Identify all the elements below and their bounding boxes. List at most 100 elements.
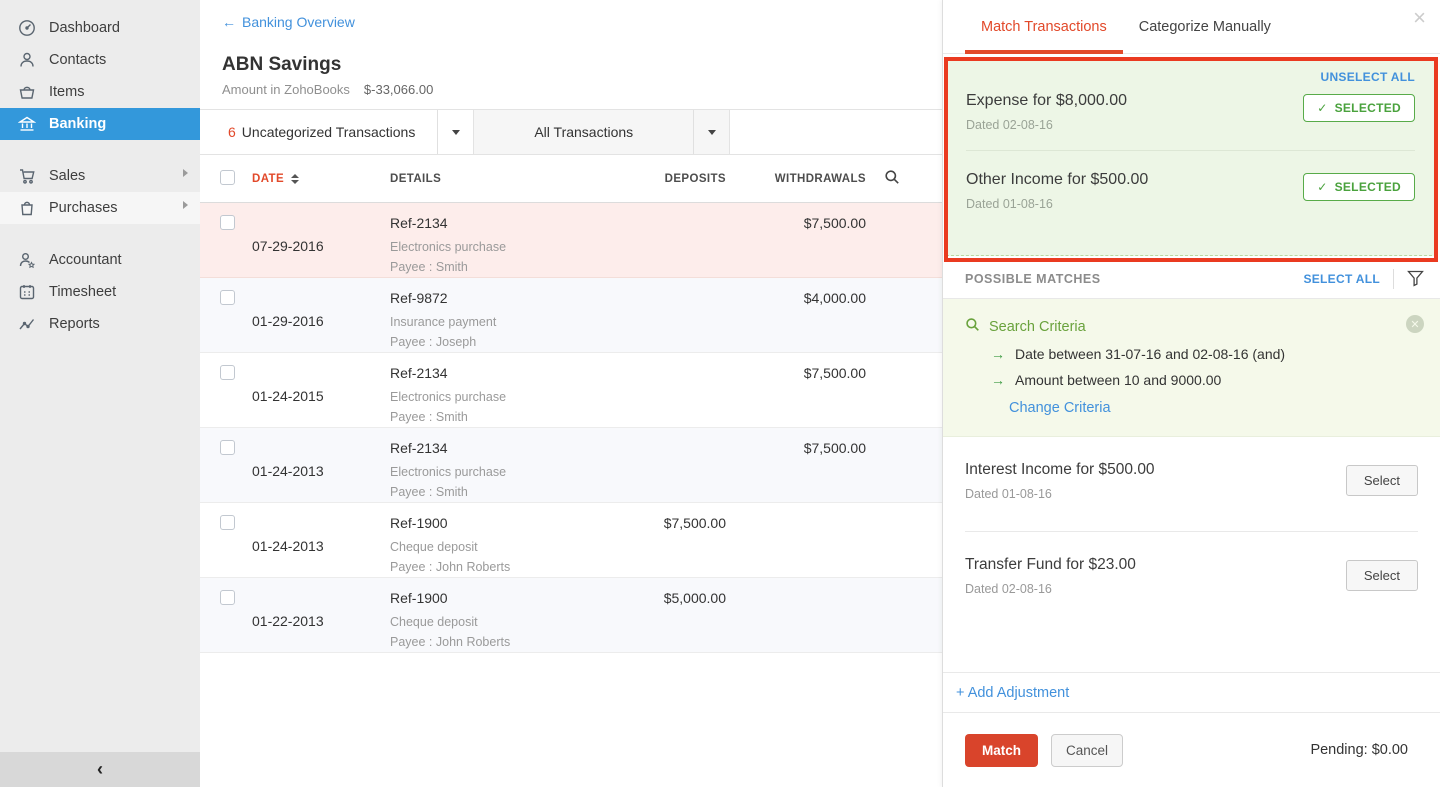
column-header-date[interactable]: DATE bbox=[252, 173, 390, 185]
sidebar-item-label: Timesheet bbox=[49, 284, 116, 300]
filter-icon[interactable] bbox=[1407, 270, 1424, 287]
transaction-payee: Payee : Smith bbox=[390, 260, 576, 274]
withdrawal-amount: $7,500.00 bbox=[726, 365, 866, 427]
match-button[interactable]: Match bbox=[965, 734, 1038, 767]
change-criteria-link[interactable]: Change Criteria bbox=[1009, 400, 1420, 416]
sidebar-item-banking[interactable]: Banking bbox=[0, 108, 200, 140]
search-criteria-section: Search Criteria ✕ → Date between 31-07-1… bbox=[943, 299, 1440, 437]
add-adjustment-link[interactable]: + Add Adjustment bbox=[956, 685, 1069, 701]
arrow-right-icon: → bbox=[991, 372, 1005, 388]
transaction-filter-bar: 6 Uncategorized Transactions All Transac… bbox=[200, 109, 942, 155]
uncategorized-dropdown-button[interactable] bbox=[437, 110, 473, 154]
table-row[interactable]: 01-22-2013 Ref-1900 Cheque deposit Payee… bbox=[200, 578, 942, 653]
check-icon: ✓ bbox=[1317, 180, 1327, 194]
back-arrow-icon: ← bbox=[222, 14, 236, 30]
amount-value: $-33,066.00 bbox=[364, 82, 433, 97]
transaction-ref: Ref-9872 bbox=[390, 290, 576, 306]
search-icon bbox=[965, 317, 980, 336]
search-icon[interactable] bbox=[884, 169, 900, 188]
sidebar-item-contacts[interactable]: Contacts bbox=[0, 44, 200, 76]
unselect-all-link[interactable]: UNSELECT ALL bbox=[966, 70, 1415, 84]
selected-button[interactable]: ✓ SELECTED bbox=[1303, 173, 1415, 201]
row-checkbox[interactable] bbox=[220, 440, 235, 455]
row-checkbox[interactable] bbox=[220, 290, 235, 305]
table-row[interactable]: 01-24-2013 Ref-1900 Cheque deposit Payee… bbox=[200, 503, 942, 578]
column-header-withdrawals: WITHDRAWALS bbox=[726, 173, 866, 185]
deposit-amount: $5,000.00 bbox=[576, 590, 726, 652]
sidebar-collapse-button[interactable]: ‹ bbox=[0, 752, 200, 787]
sidebar-item-items[interactable]: Items bbox=[0, 76, 200, 108]
account-amount: Amount in ZohoBooks$-33,066.00 bbox=[222, 82, 942, 97]
row-checkbox[interactable] bbox=[220, 590, 235, 605]
possible-matches-title: POSSIBLE MATCHES bbox=[965, 272, 1303, 286]
transaction-desc: Electronics purchase bbox=[390, 465, 576, 479]
tab-all-transactions[interactable]: All Transactions bbox=[474, 110, 730, 154]
possible-match-item: Interest Income for $500.00 Dated 01-08-… bbox=[965, 437, 1418, 531]
sidebar-item-label: Items bbox=[49, 84, 84, 100]
sidebar-item-reports[interactable]: Reports bbox=[0, 308, 200, 340]
back-to-banking-overview-link[interactable]: ← Banking Overview bbox=[222, 14, 355, 30]
sidebar-item-accountant[interactable]: Accountant bbox=[0, 244, 200, 276]
sidebar-item-label: Accountant bbox=[49, 252, 122, 268]
row-checkbox[interactable] bbox=[220, 365, 235, 380]
transaction-ref: Ref-2134 bbox=[390, 440, 576, 456]
transaction-payee: Payee : John Roberts bbox=[390, 635, 576, 649]
selected-matches-section: UNSELECT ALL Expense for $8,000.00 Dated… bbox=[946, 57, 1437, 256]
selected-match-item: Expense for $8,000.00 Dated 02-08-16 ✓ S… bbox=[966, 84, 1415, 150]
pending-amount: Pending: $0.00 bbox=[1310, 742, 1408, 758]
select-button[interactable]: Select bbox=[1346, 560, 1418, 591]
divider bbox=[1393, 269, 1394, 289]
panel-tabs: Match Transactions Categorize Manually × bbox=[943, 0, 1440, 54]
transaction-ref: Ref-2134 bbox=[390, 365, 576, 381]
sidebar-item-timesheet[interactable]: Timesheet bbox=[0, 276, 200, 308]
contacts-icon bbox=[18, 51, 36, 69]
chevron-right-icon bbox=[183, 201, 188, 209]
possible-matches-header: POSSIBLE MATCHES SELECT ALL bbox=[943, 259, 1440, 299]
select-all-link[interactable]: SELECT ALL bbox=[1303, 272, 1380, 286]
tab-match-transactions[interactable]: Match Transactions bbox=[965, 0, 1123, 53]
chevron-left-icon: ‹ bbox=[97, 759, 103, 780]
deposit-amount bbox=[576, 290, 726, 352]
column-header-deposits: DEPOSITS bbox=[576, 173, 726, 185]
purchases-icon bbox=[18, 199, 36, 217]
sidebar-item-dashboard[interactable]: Dashboard bbox=[0, 12, 200, 44]
sidebar-item-label: Dashboard bbox=[49, 20, 120, 36]
selected-match-item: Other Income for $500.00 Dated 01-08-16 … bbox=[966, 150, 1415, 229]
criteria-line: → Amount between 10 and 9000.00 bbox=[965, 372, 1420, 388]
sidebar-item-label: Purchases bbox=[49, 200, 118, 216]
transaction-desc: Cheque deposit bbox=[390, 540, 576, 554]
cancel-button[interactable]: Cancel bbox=[1051, 734, 1123, 767]
main-content: ← Banking Overview ABN Savings Amount in… bbox=[200, 0, 942, 787]
banking-icon bbox=[18, 115, 36, 133]
possible-matches-list: Interest Income for $500.00 Dated 01-08-… bbox=[943, 437, 1440, 626]
transaction-payee: Payee : Smith bbox=[390, 485, 576, 499]
table-row[interactable]: 01-24-2013 Ref-2134 Electronics purchase… bbox=[200, 428, 942, 503]
transaction-payee: Payee : Smith bbox=[390, 410, 576, 424]
deposit-amount bbox=[576, 440, 726, 502]
table-row[interactable]: 07-29-2016 Ref-2134 Electronics purchase… bbox=[200, 203, 942, 278]
select-button[interactable]: Select bbox=[1346, 465, 1418, 496]
clear-criteria-icon[interactable]: ✕ bbox=[1406, 315, 1424, 333]
row-checkbox[interactable] bbox=[220, 515, 235, 530]
tab-categorize-manually[interactable]: Categorize Manually bbox=[1123, 0, 1287, 53]
items-icon bbox=[18, 83, 36, 101]
sidebar-item-sales[interactable]: Sales bbox=[0, 160, 200, 192]
sidebar-item-label: Banking bbox=[49, 116, 106, 132]
table-row[interactable]: 01-24-2015 Ref-2134 Electronics purchase… bbox=[200, 353, 942, 428]
select-all-checkbox[interactable] bbox=[220, 170, 235, 185]
add-adjustment-row: + Add Adjustment bbox=[943, 672, 1440, 713]
row-checkbox[interactable] bbox=[220, 215, 235, 230]
transaction-desc: Insurance payment bbox=[390, 315, 576, 329]
sales-icon bbox=[18, 167, 36, 185]
table-row[interactable]: 01-29-2016 Ref-9872 Insurance payment Pa… bbox=[200, 278, 942, 353]
close-icon[interactable]: × bbox=[1413, 8, 1426, 28]
selected-button[interactable]: ✓ SELECTED bbox=[1303, 94, 1415, 122]
uncategorized-count: 6 bbox=[228, 124, 236, 140]
chevron-down-icon bbox=[708, 130, 716, 135]
tab-uncategorized-transactions[interactable]: 6 Uncategorized Transactions bbox=[200, 110, 474, 154]
deposit-amount: $7,500.00 bbox=[576, 515, 726, 577]
sidebar-item-purchases[interactable]: Purchases bbox=[0, 192, 200, 224]
arrow-right-icon: → bbox=[991, 346, 1005, 362]
timesheet-icon bbox=[18, 283, 36, 301]
all-transactions-dropdown-button[interactable] bbox=[693, 110, 729, 154]
